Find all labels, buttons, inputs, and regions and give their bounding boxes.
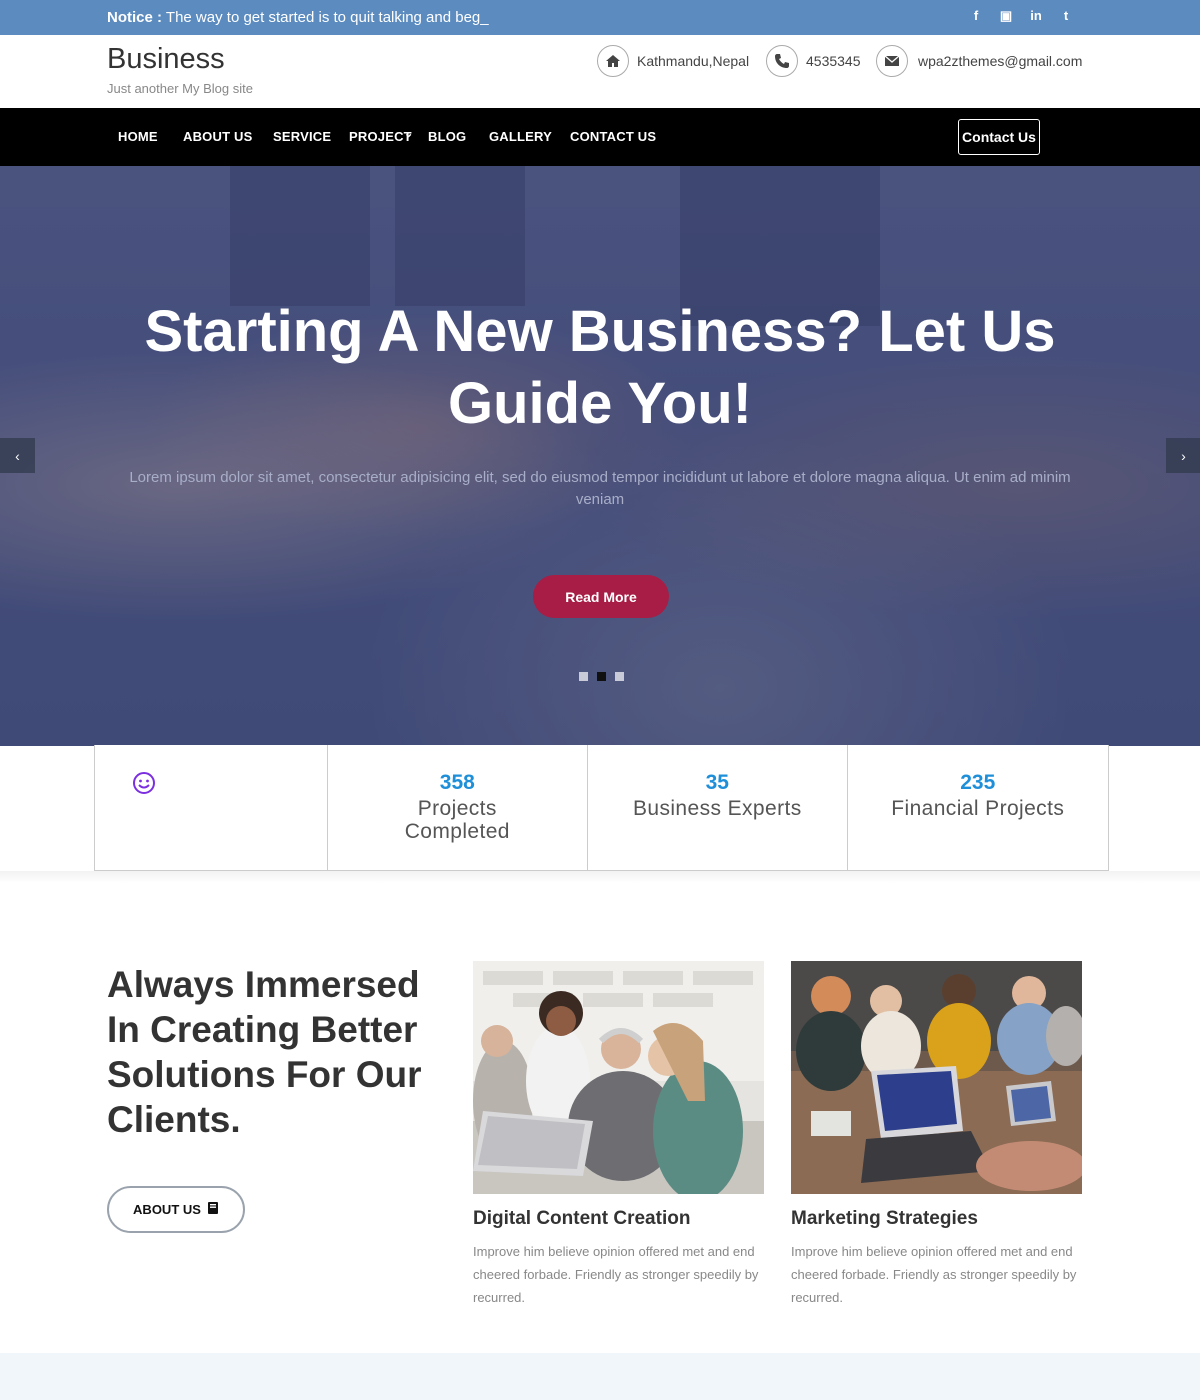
- stat-value: 358: [439, 771, 475, 794]
- notice-message: The way to get started is to quit talkin…: [165, 9, 489, 26]
- slider-prev-arrow[interactable]: ‹: [0, 438, 35, 473]
- about-heading: Always Immersed In Creating Better Solut…: [107, 964, 422, 1140]
- nav-home[interactable]: HOME: [118, 129, 158, 144]
- about-us-button-label: ABOUT US: [133, 1202, 201, 1217]
- marketing-strategies-image: [791, 961, 1082, 1194]
- twitter-icon[interactable]: t: [1058, 8, 1074, 24]
- hero-overlay: [0, 166, 1200, 746]
- chevron-down-icon[interactable]: ⌄: [404, 127, 413, 140]
- slider-dot[interactable]: [579, 672, 588, 681]
- hero-slider: Starting A New Business? Let Us Guide Yo…: [0, 166, 1200, 746]
- stat-item: 358 Projects Completed: [328, 745, 589, 870]
- nav-project[interactable]: PROJECT: [349, 129, 412, 144]
- linkedin-icon[interactable]: in: [1028, 8, 1044, 24]
- contact-us-button[interactable]: Contact Us: [958, 119, 1040, 155]
- site-header: Business Just another My Blog site Kathm…: [0, 35, 1200, 108]
- location-contact: Kathmandu,Nepal: [597, 45, 749, 77]
- stats-bar: 358 Projects Completed 35 Business Exper…: [94, 745, 1109, 871]
- home-icon: [597, 45, 629, 77]
- stat-label: Projects Completed: [404, 797, 510, 843]
- phone-contact: 4535345: [766, 45, 861, 77]
- digital-content-image: [473, 961, 764, 1194]
- stat-value: 235: [960, 771, 996, 794]
- read-more-button[interactable]: Read More: [533, 575, 669, 618]
- email-text[interactable]: wpa2zthemes@gmail.com: [918, 53, 1082, 69]
- slider-dots: [579, 672, 624, 681]
- social-links: f ▣ in t: [968, 8, 1074, 24]
- youtube-icon[interactable]: ▣: [998, 8, 1014, 24]
- nav-blog[interactable]: BLOG: [428, 129, 466, 144]
- section-divider-shadow: [0, 871, 1200, 883]
- notice-bar: Notice : The way to get started is to qu…: [0, 0, 1200, 35]
- envelope-icon: [876, 45, 908, 77]
- phone-text: 4535345: [806, 53, 861, 69]
- notice-label: Notice :: [107, 9, 163, 26]
- card-title[interactable]: Digital Content Creation: [473, 1208, 690, 1230]
- stat-value: 35: [705, 771, 729, 794]
- slider-next-arrow[interactable]: ›: [1166, 438, 1200, 473]
- site-title[interactable]: Business: [107, 43, 225, 76]
- email-contact: wpa2zthemes@gmail.com: [876, 45, 1082, 77]
- stat-label: Financial Projects: [891, 797, 1065, 820]
- card-description: Improve him believe opinion offered met …: [791, 1244, 1077, 1305]
- stat-label: Business Experts: [632, 797, 802, 820]
- nav-gallery[interactable]: GALLERY: [489, 129, 552, 144]
- location-text: Kathmandu,Nepal: [637, 53, 750, 69]
- card-description: Improve him believe opinion offered met …: [473, 1244, 759, 1305]
- stat-item: 235 Financial Projects: [848, 745, 1108, 870]
- stat-item: 35 Business Experts: [588, 745, 848, 870]
- site-tagline: Just another My Blog site: [107, 81, 253, 96]
- card-title[interactable]: Marketing Strategies: [791, 1208, 978, 1230]
- phone-icon: [766, 45, 798, 77]
- chevron-left-icon: ‹: [15, 447, 20, 464]
- facebook-icon[interactable]: f: [968, 8, 984, 24]
- smiley-icon: [132, 771, 156, 800]
- nav-contact-us[interactable]: CONTACT US: [570, 129, 656, 144]
- about-us-button[interactable]: ABOUT US: [107, 1186, 245, 1233]
- main-navigation: HOME ABOUT US SERVICE PROJECT ⌄ BLOG GAL…: [0, 108, 1200, 166]
- book-icon: [207, 1202, 219, 1217]
- nav-about-us[interactable]: ABOUT US: [183, 129, 253, 144]
- stat-item: [95, 745, 328, 870]
- next-section-band: [0, 1353, 1200, 1400]
- hero-description: Lorem ipsum dolor sit amet, consectetur …: [129, 469, 1071, 508]
- hero-heading: Starting A New Business? Let Us Guide Yo…: [144, 299, 1056, 436]
- slider-dot-active[interactable]: [597, 672, 606, 681]
- slider-dot[interactable]: [615, 672, 624, 681]
- nav-service[interactable]: SERVICE: [273, 129, 331, 144]
- notice-text: Notice : The way to get started is to qu…: [107, 9, 489, 26]
- chevron-right-icon: ›: [1181, 447, 1186, 464]
